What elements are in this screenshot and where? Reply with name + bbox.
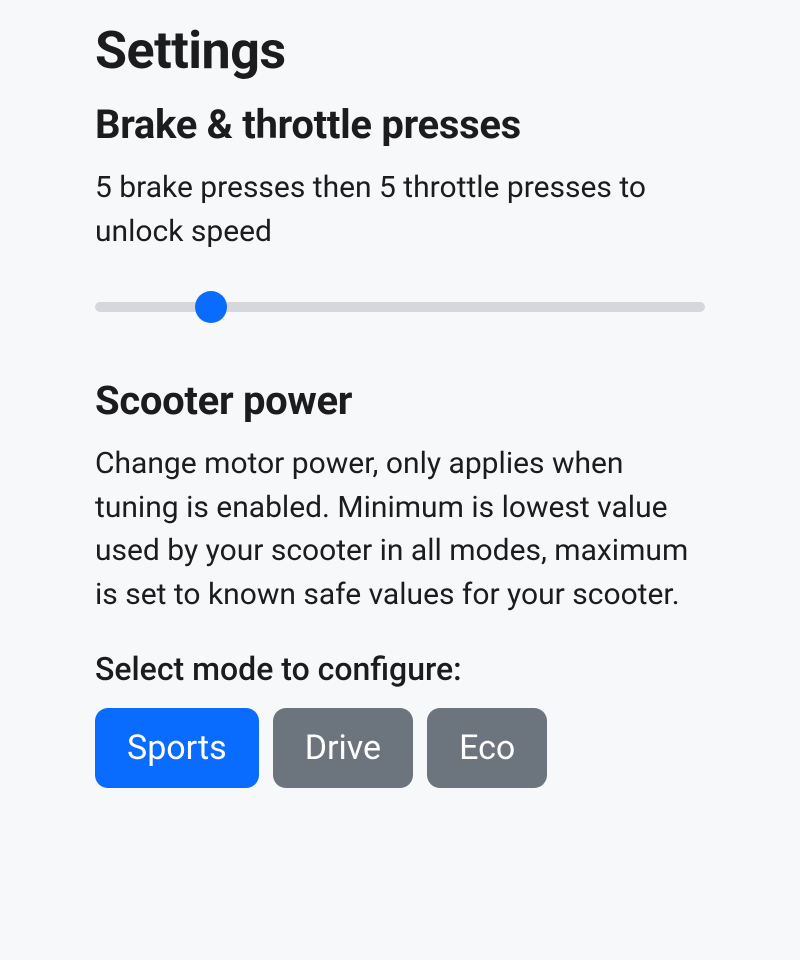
brake-throttle-slider[interactable] (95, 287, 705, 327)
brake-throttle-section: Brake & throttle presses 5 brake presses… (95, 101, 705, 327)
scooter-power-title: Scooter power (95, 377, 705, 424)
scooter-power-section: Scooter power Change motor power, only a… (95, 377, 705, 788)
mode-buttons-group: Sports Drive Eco (95, 708, 705, 788)
mode-select-label: Select mode to configure: (95, 650, 705, 688)
mode-button-drive[interactable]: Drive (273, 708, 413, 788)
page-title: Settings (95, 20, 705, 81)
mode-button-sports[interactable]: Sports (95, 708, 259, 788)
scooter-power-description: Change motor power, only applies when tu… (95, 442, 705, 616)
mode-button-eco[interactable]: Eco (427, 708, 547, 788)
slider-thumb[interactable] (195, 291, 227, 323)
slider-track (95, 302, 705, 312)
brake-throttle-description: 5 brake presses then 5 throttle presses … (95, 166, 705, 253)
brake-throttle-title: Brake & throttle presses (95, 101, 705, 148)
